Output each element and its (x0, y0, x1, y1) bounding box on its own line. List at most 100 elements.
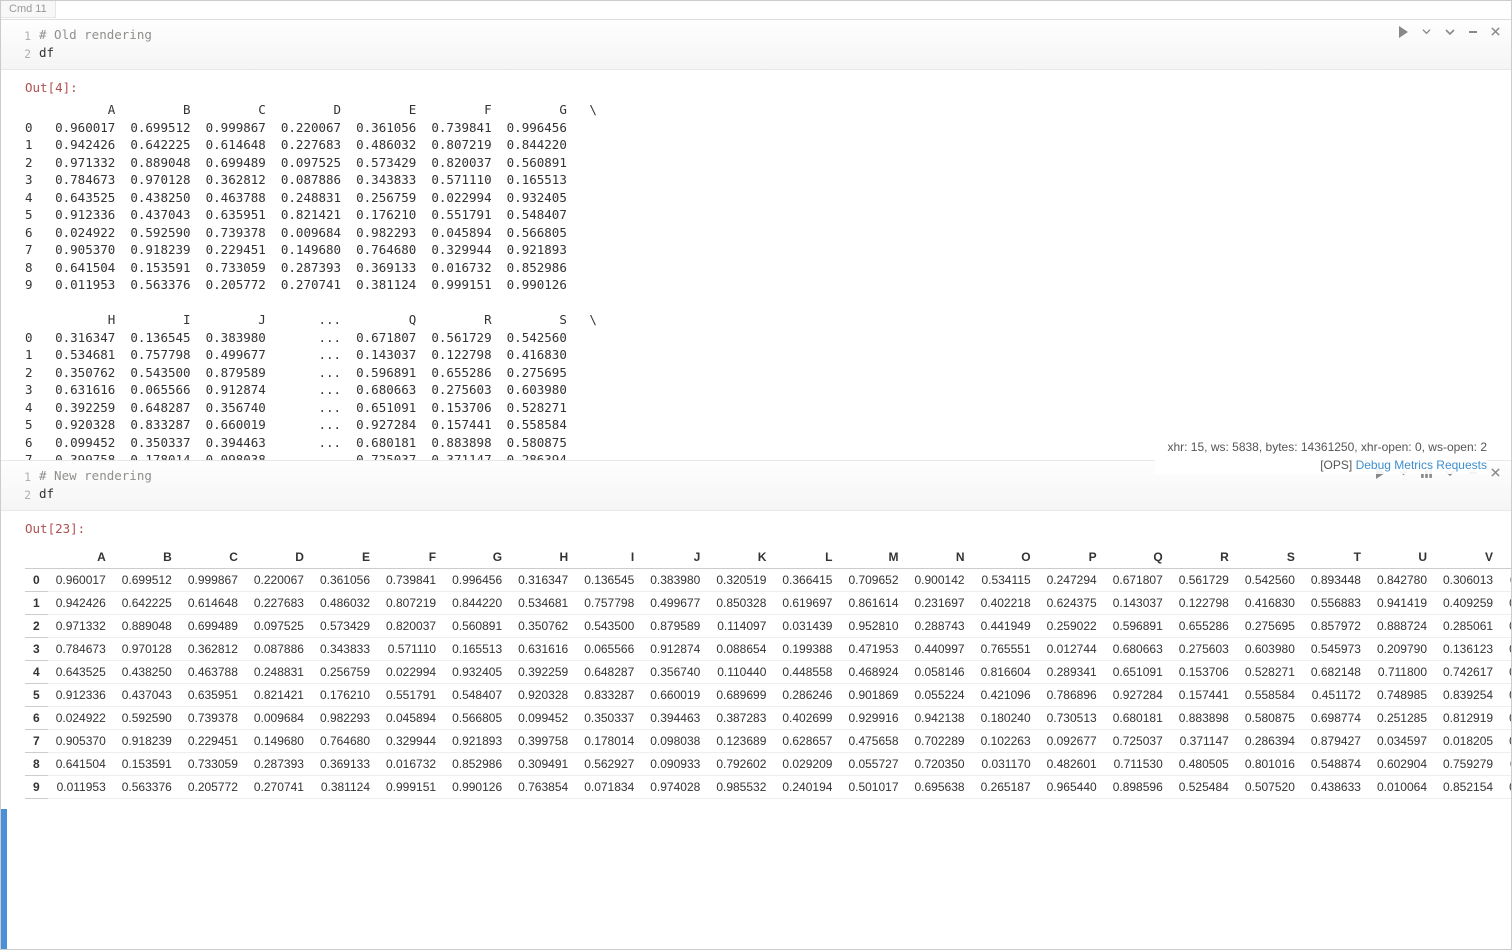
cell: 0.730513 (1039, 707, 1105, 730)
col-header: O (973, 546, 1039, 569)
cell: 0.556883 (1303, 592, 1369, 615)
col-header: F (378, 546, 444, 569)
cell: 0.289341 (1039, 661, 1105, 684)
cell-1-code[interactable]: # Old rendering df (39, 26, 1505, 62)
cell: 0.889048 (114, 615, 180, 638)
cell: 0.702289 (907, 730, 973, 753)
cell: 0.153591 (114, 753, 180, 776)
cell: 0.757798 (576, 592, 642, 615)
table-row: 50.9123360.4370430.6359510.8214210.17621… (25, 684, 1511, 707)
cell: 0.548874 (1303, 753, 1369, 776)
col-header: N (907, 546, 973, 569)
col-header: Q (1105, 546, 1171, 569)
table-row: 10.9424260.6422250.6146480.2276830.48603… (25, 592, 1511, 615)
cell: 0.012744 (1039, 638, 1105, 661)
cell: 0.842780 (1369, 569, 1435, 592)
cell: 0.149680 (246, 730, 312, 753)
cell: 0.982293 (312, 707, 378, 730)
cell: 0.812919 (1435, 707, 1501, 730)
cell-1-input[interactable]: 1 2 # Old rendering df (1, 19, 1511, 70)
col-header: A (48, 546, 114, 569)
cell: 0.320519 (708, 569, 774, 592)
cell: 0.807219 (378, 592, 444, 615)
cell: 0.551791 (378, 684, 444, 707)
cell: 0.563376 (114, 776, 180, 799)
cell: 0.742617 (1435, 661, 1501, 684)
cell: 0.711530 (1105, 753, 1171, 776)
link-debug[interactable]: Debug (1356, 458, 1391, 472)
cell: 0.641504 (48, 753, 114, 776)
row-index: 9 (25, 776, 48, 799)
line-number: 1 (13, 468, 31, 486)
cell: 0.157441 (1171, 684, 1237, 707)
cell: 0.619697 (774, 592, 840, 615)
cell: 0.648287 (576, 661, 642, 684)
cell: 0.733059 (180, 753, 246, 776)
cell: 0.009684 (246, 707, 312, 730)
cell: 0.999867 (180, 569, 246, 592)
cell: 0.720350 (907, 753, 973, 776)
cell: 0.231697 (907, 592, 973, 615)
cell: 0.275695 (1237, 615, 1303, 638)
cell: 0.366415 (774, 569, 840, 592)
col-header: P (1039, 546, 1105, 569)
cell: 0.471953 (840, 638, 906, 661)
cell: 0.136545 (576, 569, 642, 592)
cell: 0.058146 (907, 661, 973, 684)
cell: 0.996456 (444, 569, 510, 592)
cell: 0.507520 (1237, 776, 1303, 799)
cell: 0.893448 (1303, 569, 1369, 592)
row-index: 4 (25, 661, 48, 684)
cell: 0.387283 (708, 707, 774, 730)
col-header: G (444, 546, 510, 569)
ops-prefix: [OPS] (1320, 458, 1355, 472)
table-row: 60.0249220.5925900.7393780.0096840.98229… (25, 707, 1511, 730)
cell: 0.306013 (1435, 569, 1501, 592)
cell: 0.343833 (312, 638, 378, 661)
cell: 0.248831 (246, 661, 312, 684)
cell-1-output: Out[4]: A B C D E F G \ 0 0.960017 0.699… (1, 70, 1511, 460)
cell: 0.763854 (510, 776, 576, 799)
close-icon[interactable] (1488, 24, 1503, 39)
col-header: J (642, 546, 708, 569)
cell: 0.534115 (973, 569, 1039, 592)
close-icon[interactable] (1488, 465, 1503, 480)
cell: 0.820037 (378, 615, 444, 638)
link-metrics[interactable]: Metrics (1394, 458, 1433, 472)
col-header: R (1171, 546, 1237, 569)
cell: 0.011562 (1501, 753, 1511, 776)
cell: 0.287393 (246, 753, 312, 776)
cell: 0.942426 (48, 592, 114, 615)
cell: 0.240194 (774, 776, 840, 799)
cell: 0.580875 (1237, 707, 1303, 730)
cell: 0.098038 (642, 730, 708, 753)
link-requests[interactable]: Requests (1436, 458, 1487, 472)
cell: 0.480505 (1171, 753, 1237, 776)
cell: 0.482601 (1039, 753, 1105, 776)
cell: 0.635951 (180, 684, 246, 707)
col-header: S (1237, 546, 1303, 569)
cell: 0.438633 (1303, 776, 1369, 799)
run-icon[interactable] (1396, 24, 1411, 39)
cell: 0.942138 (907, 707, 973, 730)
cell: 0.739378 (180, 707, 246, 730)
cell: 0.900142 (907, 569, 973, 592)
cell: 0.205772 (180, 776, 246, 799)
col-header: K (708, 546, 774, 569)
cell: 0.209790 (1369, 638, 1435, 661)
cell: 0.643525 (48, 661, 114, 684)
cell: 0.748985 (1369, 684, 1435, 707)
cell: 0.879427 (1303, 730, 1369, 753)
run-menu-chevron-icon[interactable] (1419, 24, 1434, 39)
table-row: 30.7846730.9701280.3628120.0878860.34383… (25, 638, 1511, 661)
cell: 0.165513 (444, 638, 510, 661)
cell: 0.316347 (510, 569, 576, 592)
cell: 0.350337 (576, 707, 642, 730)
minimize-icon[interactable] (1465, 24, 1480, 39)
expand-chevron-icon[interactable] (1442, 24, 1457, 39)
cell: 0.045894 (378, 707, 444, 730)
cell: 0.970128 (114, 638, 180, 661)
cell: 0.270741 (246, 776, 312, 799)
cell: 0.143037 (1105, 592, 1171, 615)
cell: 0.764680 (312, 730, 378, 753)
